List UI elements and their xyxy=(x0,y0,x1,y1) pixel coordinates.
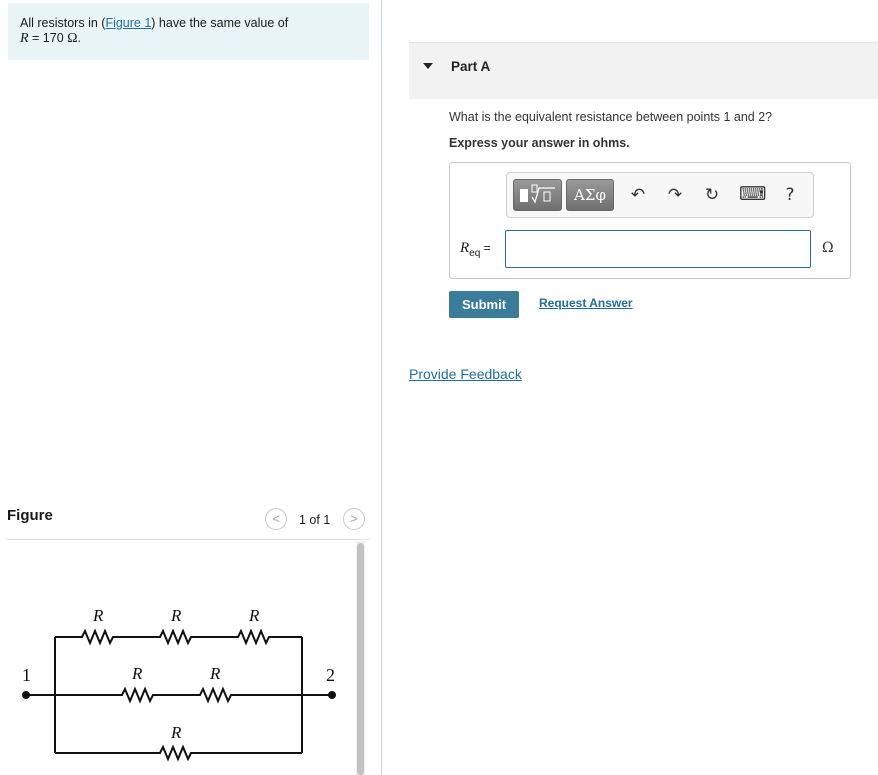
req-variable: R xyxy=(460,240,470,256)
problem-statement: All resistors in (Figure 1) have the sam… xyxy=(8,3,369,60)
answer-box: ΑΣφ ↶ ↷ ↻ ⌨ ? Req = Ω xyxy=(449,162,851,279)
answer-unit: Ω xyxy=(822,240,834,256)
resistance-value: = 170 xyxy=(28,31,68,45)
part-a-header[interactable]: Part A xyxy=(409,42,878,99)
resistor-label: R xyxy=(131,664,143,683)
question-text: What is the equivalent resistance betwee… xyxy=(449,110,773,124)
wire-top xyxy=(55,628,302,646)
help-icon[interactable]: ? xyxy=(779,183,801,207)
prev-figure-button[interactable]: < xyxy=(265,508,287,530)
figure-scrollbar[interactable] xyxy=(356,541,365,775)
circuit-diagram: R R R R R R 1 2 xyxy=(22,606,336,762)
req-subscript: eq xyxy=(469,247,481,259)
templates-button[interactable] xyxy=(513,179,562,211)
math-toolbar: ΑΣφ ↶ ↷ ↻ ⌨ ? xyxy=(506,172,814,218)
reset-icon[interactable]: ↻ xyxy=(701,183,723,207)
period: . xyxy=(77,31,82,45)
intro-text: All resistors in ( xyxy=(20,16,106,30)
node-2-dot xyxy=(328,691,336,699)
part-title: Part A xyxy=(451,59,491,74)
wire-bottom xyxy=(55,744,302,762)
next-figure-button[interactable]: > xyxy=(343,508,365,530)
node-1-dot xyxy=(22,691,30,699)
figure-title: Figure xyxy=(7,507,53,524)
scrollbar-thumb[interactable] xyxy=(357,543,364,775)
resistor-label: R xyxy=(170,606,182,625)
keyboard-icon[interactable]: ⌨ xyxy=(739,183,766,207)
answer-input[interactable] xyxy=(505,230,811,268)
collapse-caret-icon[interactable] xyxy=(423,63,433,69)
node-2-label: 2 xyxy=(326,665,335,685)
instruction-text: Express your answer in ohms. xyxy=(449,136,630,150)
resistor-label: R xyxy=(170,723,182,742)
redo-icon[interactable]: ↷ xyxy=(664,183,686,207)
node-1-label: 1 xyxy=(22,665,31,685)
figure-link[interactable]: Figure 1 xyxy=(105,16,151,30)
ohm-unit: Ω xyxy=(67,31,78,46)
provide-feedback-link[interactable]: Provide Feedback xyxy=(409,366,522,382)
greek-symbols-button[interactable]: ΑΣφ xyxy=(566,179,614,211)
resistance-variable: R xyxy=(20,31,29,46)
resistor-label: R xyxy=(209,664,221,683)
templates-icon xyxy=(520,184,555,204)
submit-button[interactable]: Submit xyxy=(449,291,519,318)
intro-text-suffix: ) have the same value of xyxy=(151,16,289,30)
figure-pager: 1 of 1 xyxy=(299,513,331,527)
resistor-label: R xyxy=(92,606,104,625)
undo-icon[interactable]: ↶ xyxy=(627,183,649,207)
request-answer-link[interactable]: Request Answer xyxy=(539,296,633,310)
req-label: Req = xyxy=(460,239,491,259)
req-equals: = xyxy=(480,241,491,255)
figure-header: Figure < 1 of 1 > xyxy=(7,505,369,540)
left-panel: All resistors in (Figure 1) have the sam… xyxy=(0,0,382,775)
wire-middle xyxy=(26,686,332,704)
panel-divider xyxy=(381,0,382,775)
resistor-label: R xyxy=(248,606,260,625)
